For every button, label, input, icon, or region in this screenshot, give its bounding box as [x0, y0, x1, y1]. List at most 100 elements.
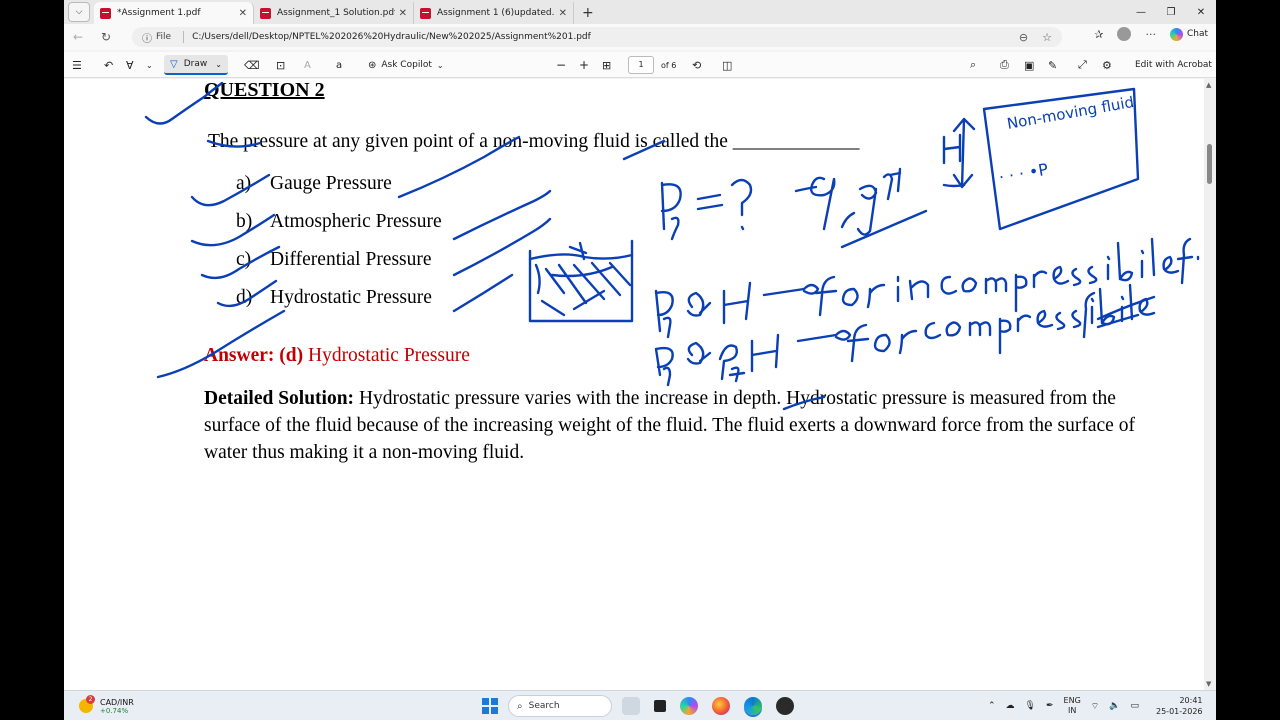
fit-page-icon[interactable]: ⊞ [602, 52, 611, 78]
wifi-icon[interactable]: ⌔ [1091, 701, 1099, 712]
search-icon[interactable]: ⌕ [970, 52, 976, 78]
ink-annotations: Non-moving fluid · · · •P [144, 81, 1200, 411]
eraser-icon[interactable]: ⌫ [244, 52, 260, 78]
read-aloud-icon[interactable]: a [336, 52, 342, 78]
stock-name: CAD/INR [100, 697, 134, 707]
settings-gear-icon[interactable]: ⚙ [1102, 52, 1112, 78]
edit-with-acrobat-button[interactable]: Edit with Acrobat [1135, 52, 1212, 78]
tab-assignment-1-updated[interactable]: Assignment 1 (6)updated.pdf ✕ [414, 2, 574, 24]
minimize-icon[interactable]: — [1126, 0, 1156, 24]
favorites-icon[interactable]: ✰ [1094, 28, 1103, 41]
address-bar: ← ↻ ⓘ File C:/Users/dell/Desktop/NPTEL%2… [64, 24, 1216, 50]
recording-app-icon[interactable] [776, 697, 794, 715]
widgets-app-icon[interactable] [622, 697, 640, 715]
taskbar-search[interactable]: ⌕ Search [508, 691, 612, 720]
url-field[interactable]: ⓘ File C:/Users/dell/Desktop/NPTEL%20202… [132, 27, 1062, 47]
box-label: Non-moving fluid [1006, 93, 1136, 133]
new-tab-button[interactable]: + [574, 2, 602, 24]
edge-browser-icon[interactable] [744, 697, 762, 715]
windows-logo-icon [482, 698, 498, 714]
close-tab-icon[interactable]: ✕ [559, 8, 567, 19]
chevron-up-icon[interactable]: ⌃ [988, 701, 996, 711]
ask-copilot-button[interactable]: ⊛ Ask Copilot ⌄ [368, 52, 444, 78]
save-icon[interactable]: ▣ [1024, 52, 1034, 78]
page-view-icon[interactable]: ◫ [722, 52, 732, 78]
pdf-icon [420, 7, 431, 19]
firefox-icon[interactable] [712, 697, 730, 715]
scroll-up-icon[interactable]: ▲ [1206, 81, 1211, 89]
clock-time: 20:41 [1179, 696, 1203, 705]
close-tab-icon[interactable]: ✕ [239, 8, 247, 19]
chat-label: Chat [1186, 29, 1208, 39]
notification-badge: 2 [86, 695, 95, 704]
page-total: of 6 [661, 60, 677, 70]
search-icon: ⌕ [517, 700, 523, 712]
clock-date: 25-01-2026 [1156, 707, 1203, 716]
tab-bar: ⌵ *Assignment 1.pdf ✕ Assignment_1 Solut… [64, 0, 1216, 24]
task-view-icon[interactable] [654, 700, 666, 712]
tab-label: *Assignment 1.pdf [117, 8, 201, 18]
copilot-app-icon[interactable] [680, 697, 698, 715]
clock[interactable]: 20:41 25-01-2026 [1156, 691, 1203, 720]
url-text: C:/Users/dell/Desktop/NPTEL%202026%20Hyd… [192, 32, 591, 42]
info-icon: ⓘ [142, 33, 152, 45]
scroll-thumb[interactable] [1207, 144, 1212, 184]
copilot-chat-button[interactable]: Chat [1169, 27, 1208, 41]
restore-icon[interactable]: ❐ [1156, 0, 1186, 24]
pdf-icon [100, 7, 111, 19]
zoom-in-icon[interactable]: + [579, 52, 589, 78]
undo-icon[interactable]: ↶ [104, 52, 113, 78]
close-tab-icon[interactable]: ✕ [399, 8, 407, 19]
chevron-down-icon: ⌄ [436, 60, 444, 70]
print-icon[interactable]: ⎙ [1000, 52, 1009, 78]
weather-widget[interactable]: 2 CAD/INR +0.74% [78, 691, 134, 720]
stock-change: +0.74% [100, 706, 129, 715]
battery-icon[interactable]: ▭ [1130, 701, 1139, 711]
page-number-input[interactable]: 1 [628, 52, 654, 78]
page-number-value[interactable]: 1 [628, 56, 654, 74]
box-point: · · · •P [997, 160, 1049, 187]
scroll-down-icon[interactable]: ▼ [1206, 680, 1211, 688]
ask-copilot-label: Ask Copilot [381, 60, 432, 70]
search-placeholder: Search [528, 701, 560, 711]
tab-label: Assignment 1 (6)updated.pdf [437, 8, 555, 18]
tab-label: Assignment_1 Solution.pdf [277, 8, 395, 18]
pdf-toolbar: ☰ ↶ ∀ ⌄ ▽ Draw ⌄ ⌫ ⊡ A a ⊛ Ask Copilot ⌄… [64, 52, 1216, 78]
rotate-icon[interactable]: ⟲ [692, 52, 701, 78]
text-box-icon[interactable]: ⊡ [276, 52, 285, 78]
profile-avatar[interactable] [1117, 27, 1132, 41]
volume-icon[interactable]: 🔈 [1109, 701, 1120, 711]
vertical-scrollbar[interactable]: ▲ ▼ [1204, 79, 1216, 690]
fullscreen-icon[interactable]: ⤢ [1078, 52, 1087, 78]
tab-assignment-1[interactable]: *Assignment 1.pdf ✕ [94, 2, 254, 24]
tab-actions-menu[interactable]: ⌵ [68, 2, 90, 22]
more-options-icon[interactable]: ··· [1145, 28, 1156, 41]
meet-now-icon[interactable]: ☁ [1006, 701, 1015, 711]
contents-icon[interactable]: ☰ [72, 52, 82, 78]
window-controls: — ❐ ✕ [1126, 0, 1216, 24]
tab-assignment-1-solution[interactable]: Assignment_1 Solution.pdf ✕ [254, 2, 414, 24]
draw-label: Draw [183, 59, 208, 69]
url-separator [183, 31, 185, 43]
pen-icon: ▽ [170, 58, 178, 70]
highlight-icon[interactable]: ∀ [126, 52, 134, 78]
zoom-out-icon[interactable]: − [556, 52, 566, 78]
back-arrow-icon[interactable]: ← [64, 30, 92, 44]
copilot-outline-icon: ⊛ [368, 59, 377, 71]
pdf-page[interactable]: QUESTION 2 The pressure at any given poi… [64, 79, 1204, 690]
save-as-icon[interactable]: ✎ [1048, 52, 1057, 78]
start-button[interactable] [482, 691, 498, 720]
pdf-icon [260, 7, 271, 19]
draw-button[interactable]: ▽ Draw ⌄ [164, 55, 228, 75]
microphone-icon[interactable]: 🎙 [1025, 701, 1036, 711]
language-indicator[interactable]: ENG IN [1064, 696, 1081, 716]
chevron-down-icon[interactable]: ⌄ [146, 52, 153, 78]
chevron-down-icon: ⌄ [215, 59, 222, 69]
close-window-icon[interactable]: ✕ [1186, 0, 1216, 24]
favorite-star-icon[interactable]: ☆ [1042, 31, 1052, 44]
pen-menu-icon[interactable]: ✒ [1046, 701, 1054, 711]
zoom-icon[interactable]: ⊖ [1019, 31, 1028, 44]
browser-actions: ✰ ··· Chat [1094, 27, 1208, 41]
add-text-icon[interactable]: A [304, 52, 311, 78]
refresh-icon[interactable]: ↻ [92, 30, 120, 44]
